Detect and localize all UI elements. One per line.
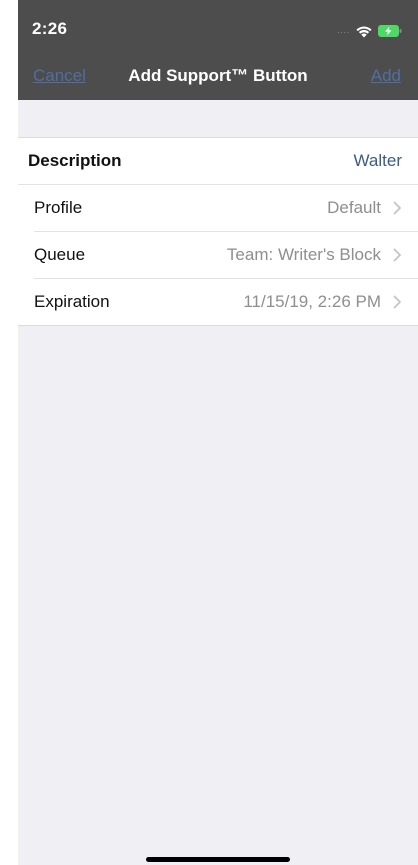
expiration-label: Expiration	[34, 292, 110, 311]
row-description[interactable]: Description Walter	[18, 138, 418, 185]
home-indicator[interactable]	[146, 857, 290, 862]
page-title: Add Support™ Button	[128, 66, 308, 85]
profile-value: Default	[327, 198, 381, 217]
description-value[interactable]: Walter	[354, 151, 403, 171]
profile-label: Profile	[34, 198, 83, 217]
row-expiration[interactable]: Expiration 11/15/19, 2:26 PM	[34, 279, 418, 325]
add-button[interactable]: Add	[371, 66, 401, 86]
app-screen: 2:26 .... Cancel Add Support™ Button Add…	[18, 0, 418, 865]
row-queue[interactable]: Queue Team: Writer's Block	[34, 232, 418, 279]
wifi-icon	[356, 26, 372, 38]
navigation-header: 2:26 .... Cancel Add Support™ Button Add	[18, 0, 418, 100]
chevron-right-icon	[393, 248, 401, 262]
settings-table: Description Walter Profile Default Queue…	[18, 137, 418, 326]
chevron-right-icon	[393, 295, 401, 309]
signal-icon: ....	[337, 26, 350, 35]
queue-value: Team: Writer's Block	[226, 245, 381, 264]
expiration-value: 11/15/19, 2:26 PM	[243, 292, 381, 311]
status-time: 2:26	[32, 19, 68, 38]
status-icons: ....	[337, 24, 402, 38]
description-label: Description	[28, 151, 122, 170]
chevron-right-icon	[393, 201, 401, 215]
nav-bar: Cancel Add Support™ Button Add	[18, 60, 418, 94]
queue-label: Queue	[34, 245, 86, 264]
battery-charging-icon	[378, 25, 402, 37]
row-profile[interactable]: Profile Default	[34, 185, 418, 232]
